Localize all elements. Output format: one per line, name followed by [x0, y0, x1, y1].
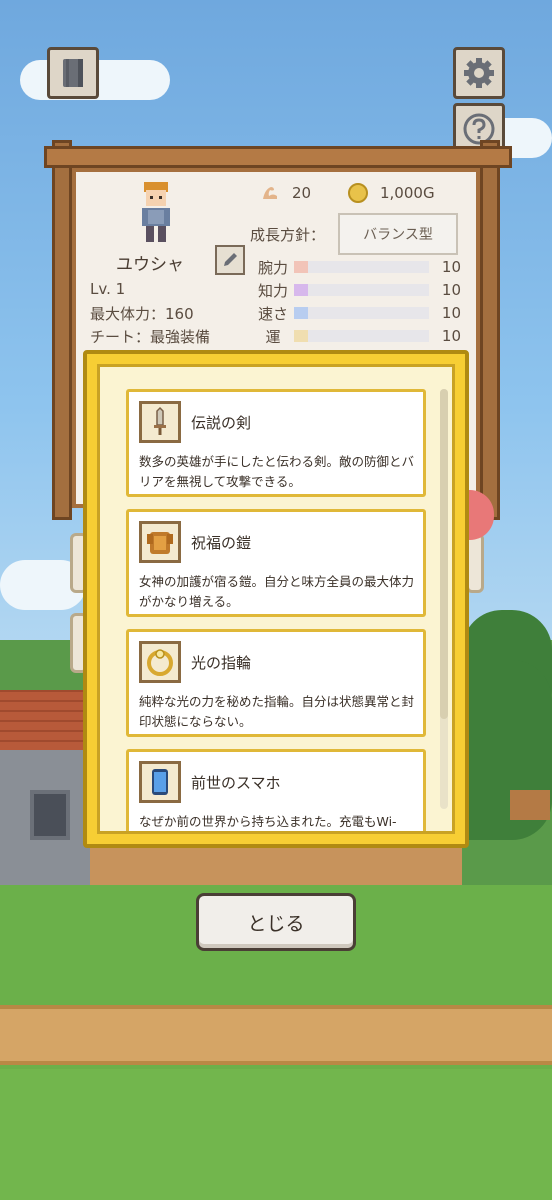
gold-amount: 1,000G — [348, 183, 435, 203]
stat-bar — [294, 261, 429, 273]
stat-row: 知力 10 — [252, 279, 462, 301]
equipment-card[interactable]: 伝説の剣数多の英雄が手にしたと伝わる剣。敵の防御とバリアを無視して攻撃できる。 — [126, 389, 426, 497]
stat-bar-fill — [294, 330, 308, 342]
equipment-card[interactable]: 光の指輪純粋な光の力を秘めた指輪。自分は状態異常と封印状態にならない。 — [126, 629, 426, 737]
equipment-description: 女神の加護が宿る鎧。自分と味方全員の最大体力がかなり増える。 — [139, 574, 415, 609]
board-post-left — [52, 140, 72, 520]
hero-sprite — [142, 182, 170, 242]
sword-icon — [154, 406, 166, 435]
equipment-icon-frame — [139, 401, 181, 443]
equipment-description: 純粋な光の力を秘めた指輪。自分は状態異常と封印状態にならない。 — [139, 694, 415, 729]
scrollbar-thumb[interactable] — [440, 389, 448, 719]
equipment-icon-frame — [139, 521, 181, 563]
flexed-arm-icon — [263, 187, 277, 199]
close-button[interactable]: とじる — [196, 893, 356, 951]
stat-bar-fill — [294, 307, 308, 319]
dirt-path — [0, 1005, 552, 1065]
hero-level: Lv. 1 — [90, 280, 126, 298]
equipment-list-panel: 伝説の剣数多の英雄が手にしたと伝わる剣。敵の防御とバリアを無視して攻撃できる。祝… — [97, 364, 455, 834]
hero-max-hp: 最大体力：160 — [90, 305, 194, 323]
smartphone-icon — [152, 769, 168, 795]
equipment-title: 祝福の鎧 — [191, 534, 252, 552]
grass — [0, 1069, 552, 1200]
stat-value: 10 — [441, 258, 461, 276]
stat-bar-fill — [294, 261, 308, 273]
book-icon — [63, 59, 83, 87]
hero-cheat: チート：最強装備 — [90, 328, 211, 346]
equipment-description: 数多の英雄が手にしたと伝わる剣。敵の防御とバリアを無視して攻撃できる。 — [139, 454, 415, 489]
gold-value: 1,000G — [380, 184, 435, 202]
equipment-title: 前世のスマホ — [191, 774, 281, 792]
equipment-card[interactable]: 前世のスマホなぜか前の世界から持ち込まれた。充電もWi- — [126, 749, 426, 831]
board-beam — [44, 146, 512, 168]
strength-points-value: 20 — [292, 184, 312, 202]
stat-value: 10 — [441, 304, 461, 322]
strength-points: 20 — [260, 183, 311, 203]
equipment-icon-frame — [139, 761, 181, 803]
house-window — [30, 790, 70, 840]
equipment-modal: 伝説の剣数多の英雄が手にしたと伝わる剣。敵の防御とバリアを無視して攻撃できる。祝… — [83, 350, 469, 848]
equipment-description: なぜか前の世界から持ち込まれた。充電もWi- — [139, 814, 397, 829]
armor-icon — [147, 532, 173, 554]
stat-value: 10 — [441, 327, 461, 345]
equipment-title: 光の指輪 — [191, 654, 252, 672]
stat-row: 運 10 — [252, 325, 462, 347]
stat-name: 速さ — [257, 304, 288, 323]
stat-bar — [294, 330, 429, 342]
book-button[interactable] — [47, 47, 99, 99]
equipment-card[interactable]: 祝福の鎧女神の加護が宿る鎧。自分と味方全員の最大体力がかなり増える。 — [126, 509, 426, 617]
equipment-icon-frame — [139, 641, 181, 683]
gear-icon — [464, 58, 494, 88]
stat-name: 知力 — [257, 281, 288, 300]
stat-row: 腕力 10 — [252, 256, 462, 278]
stat-value: 10 — [441, 281, 461, 299]
stat-name: 腕力 — [257, 258, 288, 277]
pencil-icon — [224, 253, 237, 266]
coin-icon — [348, 183, 368, 203]
stat-bar-fill — [294, 284, 308, 296]
ring-icon — [147, 649, 173, 676]
growth-policy-button[interactable]: バランス型 — [338, 213, 458, 255]
rename-button[interactable] — [215, 245, 245, 275]
equipment-title: 伝説の剣 — [191, 414, 252, 432]
signpost — [510, 790, 550, 820]
stat-row: 速さ 10 — [252, 302, 462, 324]
growth-label: 成長方針： — [250, 226, 326, 244]
scrollbar[interactable] — [440, 389, 448, 809]
hero-name: ユウシャ — [116, 255, 184, 275]
stat-bar — [294, 284, 429, 296]
settings-button[interactable] — [453, 47, 505, 99]
stat-name: 運 — [265, 327, 281, 346]
board-post-right — [480, 140, 500, 520]
equipment-list[interactable]: 伝説の剣数多の英雄が手にしたと伝わる剣。敵の防御とバリアを無視して攻撃できる。祝… — [100, 367, 452, 831]
stat-bar — [294, 307, 429, 319]
